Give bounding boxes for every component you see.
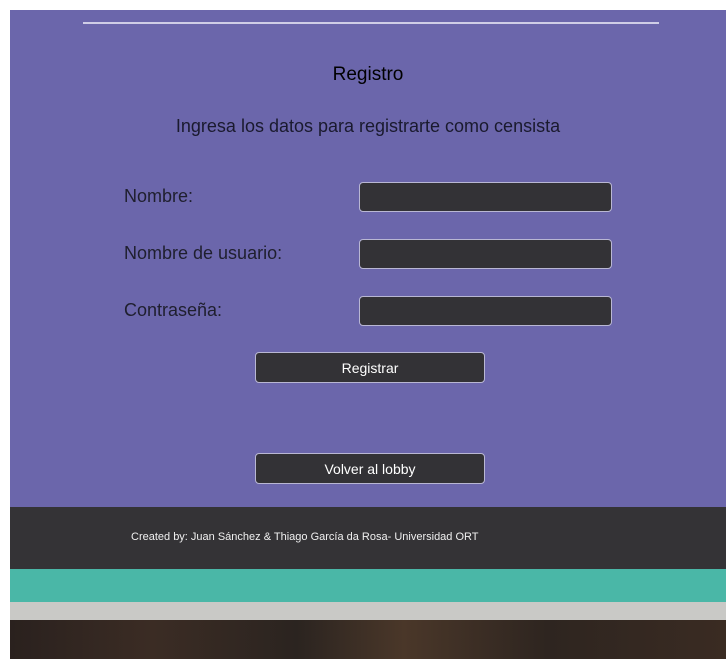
teal-band bbox=[10, 569, 726, 602]
gray-band bbox=[10, 602, 726, 620]
username-label: Nombre de usuario: bbox=[124, 243, 283, 263]
footer-credits: Created by: Juan Sánchez & Thiago García… bbox=[131, 531, 479, 543]
username-input[interactable] bbox=[359, 239, 612, 269]
registration-panel: Registro Ingresa los datos para registra… bbox=[10, 10, 726, 507]
password-label: Contraseña: bbox=[124, 300, 223, 320]
password-input[interactable] bbox=[359, 296, 612, 326]
footer: Created by: Juan Sánchez & Thiago García… bbox=[10, 507, 726, 569]
register-button[interactable]: Registrar bbox=[255, 352, 485, 383]
top-divider bbox=[83, 22, 659, 24]
dark-photo-band bbox=[10, 620, 726, 659]
name-label: Nombre: bbox=[124, 186, 194, 206]
back-to-lobby-button[interactable]: Volver al lobby bbox=[255, 453, 485, 484]
page-subtitle: Ingresa los datos para registrarte como … bbox=[175, 116, 561, 136]
page: Registro Ingresa los datos para registra… bbox=[0, 0, 726, 659]
name-input[interactable] bbox=[359, 182, 612, 212]
page-title: Registro bbox=[332, 64, 404, 85]
